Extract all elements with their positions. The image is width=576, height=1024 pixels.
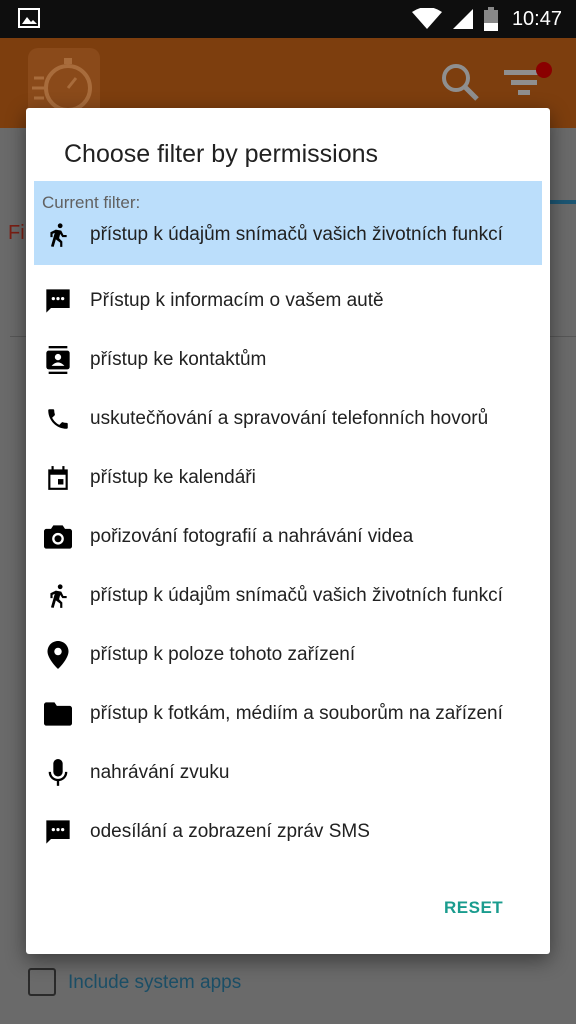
message-icon <box>43 286 73 316</box>
permission-item-car-info[interactable]: Přístup k informacím o vašem autě <box>26 271 550 330</box>
permission-item-body-sensors[interactable]: přístup k údajům snímačů vašich životníc… <box>26 566 550 625</box>
folder-icon <box>43 699 73 729</box>
permission-label: nahrávání zvuku <box>90 761 230 783</box>
permission-label: přístup k údajům snímačů vašich životníc… <box>90 584 503 606</box>
wifi-icon <box>411 8 442 30</box>
permission-label: přístup k poloze tohoto zařízení <box>90 643 356 665</box>
search-icon[interactable] <box>440 62 480 102</box>
mic-icon <box>43 758 73 788</box>
permission-label: uskutečňování a spravování telefonních h… <box>90 407 489 429</box>
calendar-icon <box>43 463 73 493</box>
permission-item-sms[interactable]: odesílání a zobrazení zpráv SMS <box>26 802 550 861</box>
run-icon <box>43 581 73 611</box>
status-bar: 10:47 <box>0 0 576 38</box>
filter-dialog: Choose filter by permissions Current fil… <box>26 108 550 954</box>
reset-button[interactable]: RESET <box>444 898 503 918</box>
permission-item-storage[interactable]: přístup k fotkám, médiím a souborům na z… <box>26 684 550 743</box>
include-system-apps-label[interactable]: Include system apps <box>68 972 241 994</box>
location-icon <box>43 640 73 670</box>
permission-label: přístup ke kontaktům <box>90 348 267 370</box>
permission-label: Přístup k informacím o vašem autě <box>90 289 384 311</box>
permission-item-camera[interactable]: pořizování fotografií a nahrávání videa <box>26 507 550 566</box>
permission-item-contacts[interactable]: přístup ke kontaktům <box>26 330 550 389</box>
run-icon <box>43 220 73 250</box>
permission-label: pořizování fotografií a nahrávání videa <box>90 525 414 547</box>
camera-icon <box>43 522 73 552</box>
phone-icon <box>43 404 73 434</box>
image-notification-icon <box>18 8 40 28</box>
message-icon <box>43 817 73 847</box>
current-filter-row[interactable]: přístup k údajům snímačů vašich životníc… <box>34 213 542 257</box>
permission-item-microphone[interactable]: nahrávání zvuku <box>26 743 550 802</box>
battery-icon <box>483 7 498 31</box>
permission-label: přístup k fotkám, médiím a souborům na z… <box>90 702 503 724</box>
include-system-apps-checkbox[interactable] <box>28 968 56 996</box>
permission-item-phone[interactable]: uskutečňování a spravování telefonních h… <box>26 389 550 448</box>
current-filter-label: Current filter: <box>42 193 141 212</box>
contacts-icon <box>43 345 73 375</box>
status-time: 10:47 <box>511 7 562 30</box>
current-filter-box[interactable]: Current filter: přístup k údajům snímačů… <box>34 181 542 265</box>
permission-item-location[interactable]: přístup k poloze tohoto zařízení <box>26 625 550 684</box>
permission-label: odesílání a zobrazení zpráv SMS <box>90 820 370 842</box>
tab-indicator <box>548 200 576 204</box>
cell-signal-icon <box>452 8 474 30</box>
notification-dot <box>536 62 552 78</box>
permission-item-calendar[interactable]: přístup ke kalendáři <box>26 448 550 507</box>
background-heading: Fi <box>8 222 25 244</box>
current-filter-text: přístup k údajům snímačů vašich životníc… <box>90 224 503 245</box>
permission-label: přístup ke kalendáři <box>90 466 256 488</box>
dialog-title: Choose filter by permissions <box>64 140 379 168</box>
